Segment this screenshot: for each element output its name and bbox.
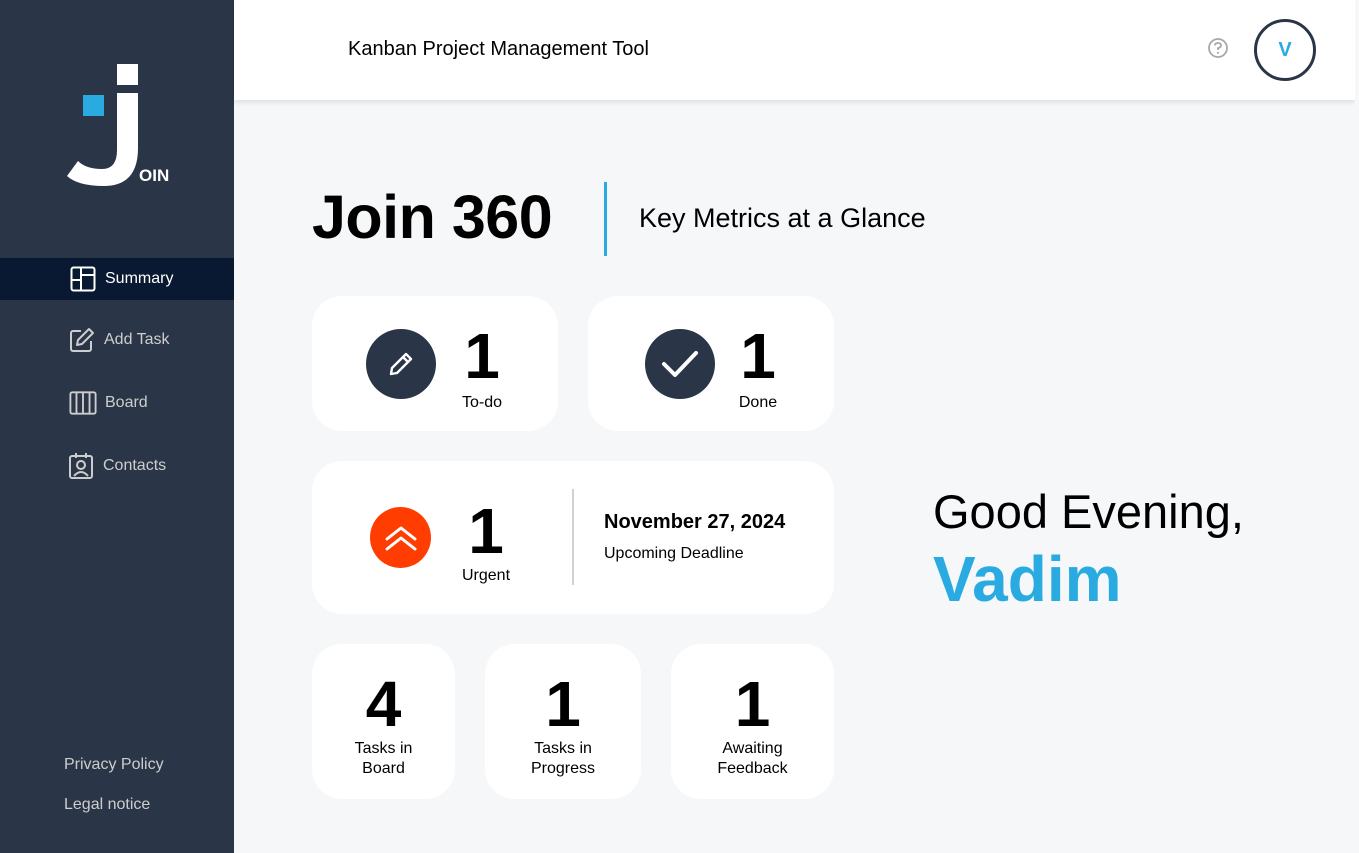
done-label: Done (738, 394, 778, 411)
title-divider (604, 182, 607, 256)
progress-label-line1: Tasks in (534, 740, 592, 757)
board-label-line2: Board (362, 760, 405, 777)
done-card[interactable]: 1 Done (588, 296, 834, 431)
summary-icon (69, 265, 97, 293)
board-icon (69, 389, 97, 417)
deadline-date: November 27, 2024 (604, 511, 786, 533)
sidebar-item-label: Contacts (103, 457, 167, 474)
urgent-count: 1 (468, 495, 504, 567)
help-icon[interactable] (1207, 37, 1229, 59)
sidebar-item-board[interactable]: Board (0, 382, 234, 424)
page-title: Join 360 (312, 183, 553, 251)
sidebar-item-label: Board (105, 394, 148, 411)
done-count: 1 (740, 320, 776, 392)
app-title: Kanban Project Management Tool (348, 38, 649, 60)
pencil-icon (366, 329, 436, 399)
sidebar-item-label: Summary (105, 270, 174, 287)
todo-card[interactable]: 1 To-do (312, 296, 558, 431)
logo-text: OIN (139, 166, 170, 185)
todo-count: 1 (464, 320, 500, 392)
urgent-label: Urgent (461, 567, 511, 584)
join-logo[interactable]: OIN (64, 60, 174, 190)
top-header: Kanban Project Management Tool V (234, 0, 1355, 100)
sidebar-item-contacts[interactable]: Contacts (0, 445, 234, 487)
deadline-label: Upcoming Deadline (604, 545, 744, 562)
board-count: 4 (365, 668, 402, 740)
feedback-label-line1: Awaiting (722, 740, 783, 757)
legal-notice-link[interactable]: Legal notice (64, 796, 150, 814)
feedback-label-line2: Feedback (717, 760, 788, 777)
sidebar-item-add-task[interactable]: Add Task (0, 319, 234, 361)
page-subtitle: Key Metrics at a Glance (639, 203, 926, 233)
progress-label-line2: Progress (530, 760, 596, 777)
tasks-in-board-card[interactable]: 4 Tasks in Board (312, 644, 455, 799)
progress-count: 1 (545, 668, 581, 740)
edit-icon (68, 326, 96, 354)
urgent-divider (572, 489, 574, 585)
board-label-line1: Tasks in (354, 740, 413, 757)
app-root: OIN Summary Add Task Board Contacts Priv… (0, 0, 1359, 853)
awaiting-feedback-card[interactable]: 1 Awaiting Feedback (671, 644, 834, 799)
tasks-in-progress-card[interactable]: 1 Tasks in Progress (485, 644, 641, 799)
urgent-priority-icon (370, 507, 431, 568)
sidebar-item-label: Add Task (104, 331, 170, 348)
todo-label: To-do (461, 394, 503, 411)
user-avatar[interactable]: V (1254, 19, 1316, 81)
scrollbar-track (1355, 0, 1359, 853)
feedback-count: 1 (734, 668, 771, 740)
check-icon (645, 329, 715, 399)
sidebar-item-summary[interactable]: Summary (0, 258, 234, 300)
privacy-policy-link[interactable]: Privacy Policy (64, 756, 164, 774)
sidebar: OIN Summary Add Task Board Contacts Priv… (0, 0, 234, 853)
greeting-user-name: Vadim (933, 543, 1122, 615)
urgent-card[interactable]: 1 Urgent November 27, 2024 Upcoming Dead… (312, 461, 834, 614)
contacts-icon (67, 452, 95, 480)
greeting-text: Good Evening, (933, 485, 1244, 538)
